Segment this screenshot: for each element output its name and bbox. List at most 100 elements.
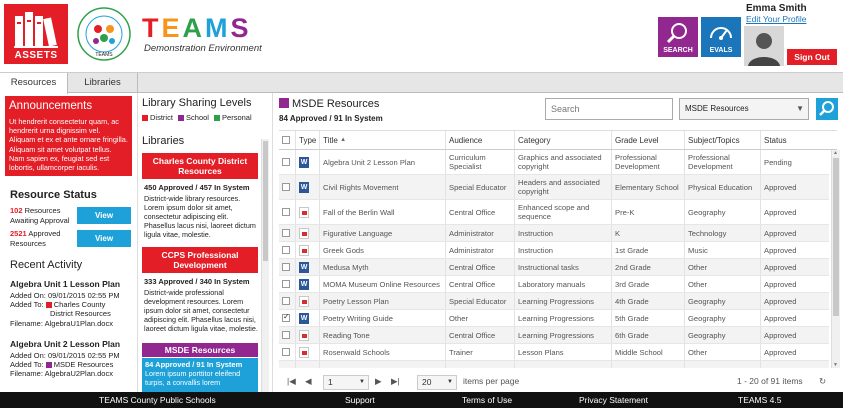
tab-libraries[interactable]: Libraries <box>68 73 138 93</box>
header-evals-button[interactable]: EVALS <box>701 17 741 57</box>
select-all-cell[interactable] <box>279 131 295 149</box>
cell-title[interactable]: Medusa Myth <box>319 259 445 275</box>
cell-title[interactable]: Rosenwald Schools <box>319 344 445 360</box>
search-input[interactable]: Search <box>545 98 673 120</box>
col-subject-topics[interactable]: Subject/Topics <box>684 131 760 149</box>
table-row[interactable]: W Algebra Unit 2 Lesson Plan Curriculum Sp… <box>279 150 829 175</box>
footer-support-link[interactable]: Support <box>345 395 375 405</box>
table-row[interactable]: Poetry Lesson Plan Special Educator Learni… <box>279 293 829 310</box>
row-select-cell[interactable] <box>279 200 295 224</box>
table-row[interactable]: Fall of the Berlin Wall Central Office Enh… <box>279 200 829 225</box>
row-checkbox[interactable] <box>282 208 290 216</box>
assets-label: ASSETS <box>14 50 58 61</box>
row-select-cell[interactable] <box>279 327 295 343</box>
cell-title[interactable]: Figurative Language <box>319 225 445 241</box>
header-search-button[interactable]: SEARCH <box>658 17 698 57</box>
table-row[interactable]: W Medusa Myth Central Office Instructional … <box>279 259 829 276</box>
sign-out-button[interactable]: Sign Out <box>787 49 837 65</box>
library-card-msde[interactable]: MSDE Resources <box>142 343 258 357</box>
cell-title[interactable]: Trigonometry Review <box>319 361 445 368</box>
col-category[interactable]: Category <box>514 131 611 149</box>
app-subtitle: Demonstration Environment <box>144 43 262 54</box>
library-select[interactable]: MSDE Resources ▼ <box>679 98 809 120</box>
cell-title[interactable]: Algebra Unit 2 Lesson Plan <box>319 150 445 174</box>
table-row[interactable]: W Civil Rights Movement Special Educator He… <box>279 175 829 200</box>
grid-scrollbar[interactable]: ▲ ▼ <box>831 150 840 368</box>
row-select-cell[interactable] <box>279 175 295 199</box>
select-all-checkbox[interactable] <box>282 136 290 144</box>
cell-title[interactable]: Civil Rights Movement <box>319 175 445 199</box>
next-page-icon[interactable]: ▶ <box>375 376 382 387</box>
row-checkbox[interactable] <box>282 246 290 254</box>
type-cell: W <box>295 175 319 199</box>
row-select-cell[interactable] <box>279 150 295 174</box>
row-checkbox[interactable] <box>282 280 290 288</box>
scroll-up-icon[interactable]: ▲ <box>833 150 838 156</box>
col-status[interactable]: Status <box>760 131 829 149</box>
col-title[interactable]: Title ▲ <box>319 131 445 149</box>
scrollbar-thumb[interactable] <box>833 158 839 316</box>
cell-title[interactable]: MOMA Museum Online Resources <box>319 276 445 292</box>
cell-title[interactable]: Reading Tone <box>319 327 445 343</box>
libraries-scrollbar[interactable] <box>261 139 269 392</box>
row-checkbox[interactable] <box>282 312 290 322</box>
tab-resources[interactable]: Resources <box>0 73 68 94</box>
row-select-cell[interactable] <box>279 310 295 326</box>
refresh-icon[interactable]: ↻ <box>819 376 826 387</box>
row-select-cell[interactable] <box>279 242 295 258</box>
page-select[interactable]: 1 ▼ <box>323 375 369 390</box>
cell-title[interactable]: Greek Gods <box>319 242 445 258</box>
library-card-charles-county[interactable]: Charles County District Resources <box>142 153 258 179</box>
type-cell <box>295 200 319 224</box>
page-size-select[interactable]: 20 ▼ <box>417 375 457 390</box>
prev-page-icon[interactable]: ◀ <box>305 376 312 387</box>
search-submit-button[interactable] <box>816 98 838 120</box>
row-checkbox[interactable] <box>282 229 290 237</box>
library-card-msde-selected[interactable]: 84 Approved / 91 In System Lorem ipsum p… <box>142 358 258 392</box>
legend-district: District <box>142 113 173 122</box>
row-checkbox[interactable] <box>282 348 290 356</box>
row-select-cell[interactable] <box>279 293 295 309</box>
view-awaiting-button[interactable]: View <box>77 207 131 224</box>
table-row[interactable]: Greek Gods Administrator Instruction 1st Gr… <box>279 242 829 259</box>
assets-logo[interactable]: ASSETS <box>4 4 68 64</box>
row-checkbox[interactable] <box>282 297 290 305</box>
row-checkbox[interactable] <box>282 331 290 339</box>
activity-item[interactable]: Algebra Unit 1 Lesson Plan Added On: 09/… <box>10 279 135 328</box>
footer-privacy-link[interactable]: Privacy Statement <box>579 395 648 405</box>
table-row[interactable]: W MOMA Museum Online Resources Central Off… <box>279 276 829 293</box>
edit-profile-link[interactable]: Edit Your Profile <box>746 14 806 24</box>
row-select-cell[interactable] <box>279 344 295 360</box>
activity-item[interactable]: Algebra Unit 2 Lesson Plan Added On: 09/… <box>10 339 135 379</box>
row-select-cell[interactable] <box>279 259 295 275</box>
library-card-ccps-pd[interactable]: CCPS Professional Development <box>142 247 258 273</box>
row-select-cell[interactable] <box>279 276 295 292</box>
col-audience[interactable]: Audience <box>445 131 514 149</box>
table-row[interactable]: Rosenwald Schools Trainer Lesson Plans Midd… <box>279 344 829 361</box>
cell-title[interactable]: Fall of the Berlin Wall <box>319 200 445 224</box>
scrollbar-thumb[interactable] <box>263 141 268 261</box>
table-row[interactable]: W Poetry Writing GuideOtherLearning Progr… <box>279 310 829 327</box>
cell-title[interactable]: Poetry Writing Guide <box>319 310 445 326</box>
table-row[interactable]: Figurative Language Administrator Instruct… <box>279 225 829 242</box>
row-checkbox[interactable] <box>282 263 290 271</box>
col-type[interactable]: Type <box>295 131 319 149</box>
table-row[interactable]: W Trigonometry ReviewTeacherNon-electroni… <box>279 361 829 368</box>
left-sidebar: Announcements Ut hendrerit consectetur q… <box>0 93 137 392</box>
row-checkbox[interactable] <box>282 158 290 166</box>
footer-terms-link[interactable]: Terms of Use <box>462 395 512 405</box>
chevron-down-icon: ▼ <box>447 379 453 385</box>
scroll-down-icon[interactable]: ▼ <box>833 362 838 368</box>
avatar[interactable] <box>744 26 784 66</box>
col-grade-level[interactable]: Grade Level <box>611 131 684 149</box>
view-approved-button[interactable]: View <box>77 230 131 247</box>
resources-panel: MSDE Resources 84 Approved / 91 In Syste… <box>272 93 843 392</box>
row-select-cell[interactable] <box>279 361 295 368</box>
row-checkbox[interactable] <box>282 183 290 191</box>
table-row[interactable]: Reading Tone Central Office Learning Progr… <box>279 327 829 344</box>
first-page-icon[interactable]: |◀ <box>287 376 296 387</box>
cell-title[interactable]: Poetry Lesson Plan <box>319 293 445 309</box>
row-select-cell[interactable] <box>279 225 295 241</box>
type-cell: W <box>295 259 319 275</box>
last-page-icon[interactable]: ▶| <box>391 376 400 387</box>
